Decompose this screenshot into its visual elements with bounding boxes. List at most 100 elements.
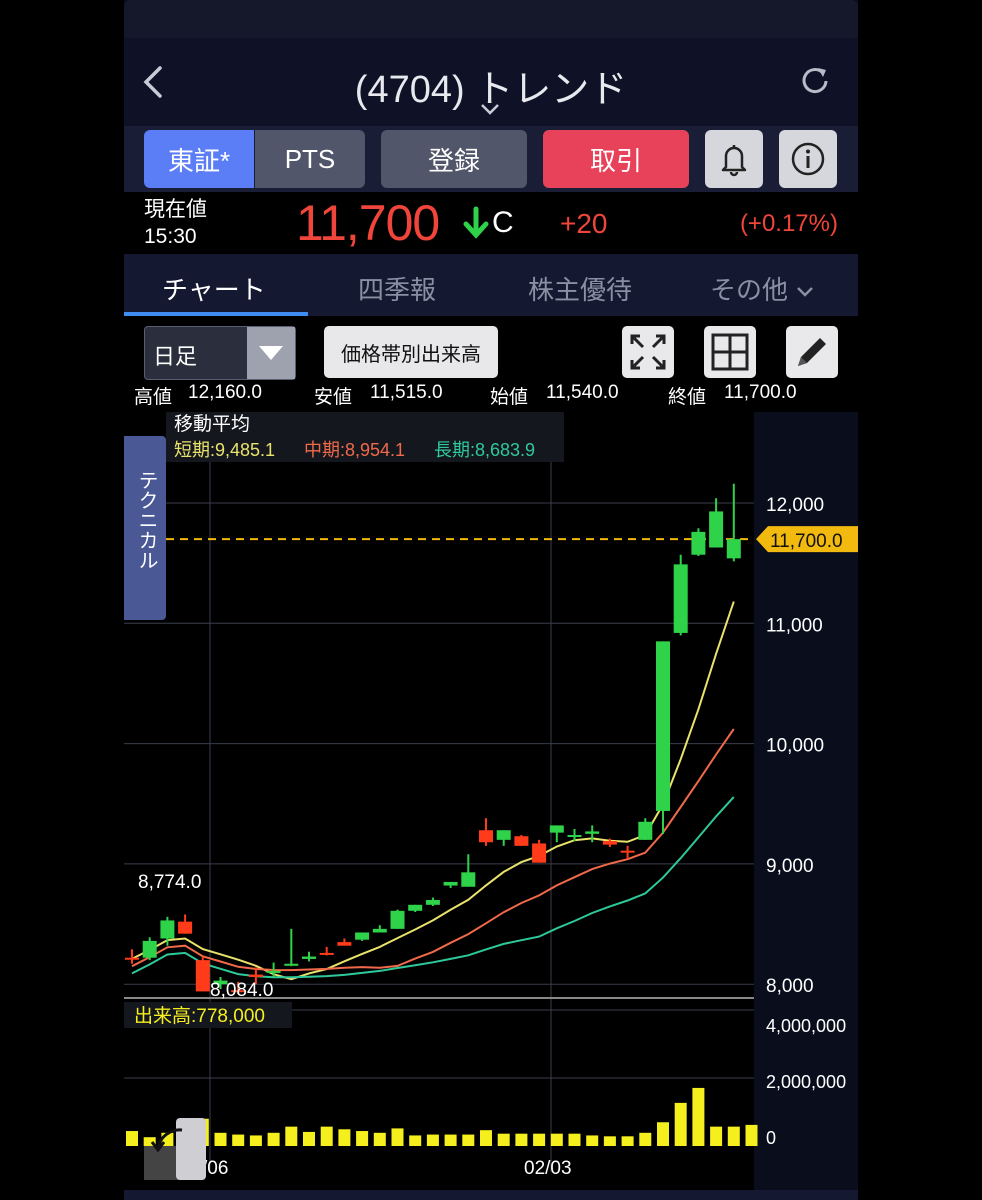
- candle-body: [142, 940, 157, 958]
- volume-bar: [391, 1128, 404, 1146]
- min-annotation: 8,084.0: [210, 980, 273, 1001]
- technical-tab[interactable]: テクニカル: [124, 436, 166, 620]
- price-tick-label: 10,000: [766, 736, 824, 757]
- candle-body: [673, 564, 688, 633]
- price-tick-label: 11,000: [766, 615, 823, 636]
- price-label: 現在値 15:30: [144, 198, 207, 248]
- volume-bar: [285, 1126, 298, 1146]
- pencil-icon: [798, 338, 826, 366]
- chevron-down-icon: [797, 287, 814, 297]
- volume-bar: [373, 1132, 386, 1146]
- bell-icon: [721, 145, 747, 177]
- volume-bar: [480, 1130, 492, 1146]
- alert-button[interactable]: [705, 130, 763, 188]
- trade-button[interactable]: 取引: [543, 130, 689, 188]
- period-select[interactable]: 日足: [144, 326, 296, 380]
- status-bar: [124, 0, 858, 38]
- register-button[interactable]: 登録: [381, 130, 527, 188]
- volume-bar: [515, 1133, 528, 1146]
- volume-bar: [249, 1135, 262, 1146]
- tab-chart[interactable]: チャート: [162, 270, 266, 307]
- nav-bar: (4704) トレンド: [124, 38, 858, 126]
- tab-yutai[interactable]: 株主優待: [528, 270, 632, 307]
- volume-bar: [426, 1134, 439, 1146]
- action-toolbar: 東証* PTS 登録 取引: [124, 126, 858, 192]
- volume-bar: [550, 1133, 563, 1146]
- candle-body: [479, 830, 493, 843]
- candle-body: [638, 821, 653, 840]
- tab-bar: チャート 四季報 株主優待 その他: [124, 254, 858, 316]
- volume-bar: [462, 1134, 475, 1146]
- volume-bar: [568, 1133, 581, 1146]
- candle-body: [302, 956, 316, 959]
- current-price: 11,700: [296, 195, 440, 251]
- volume-bar: [126, 1131, 138, 1146]
- volume-bar: [338, 1129, 351, 1146]
- layout-button[interactable]: [704, 326, 756, 378]
- candle-body: [514, 836, 529, 846]
- volume-bar: [639, 1132, 652, 1146]
- refresh-icon: [802, 68, 828, 94]
- volume-bar: [232, 1134, 245, 1146]
- dropdown-arrow-icon: [247, 327, 295, 379]
- candle-body: [602, 841, 617, 845]
- volume-bar: [409, 1135, 422, 1146]
- volume-bar: [267, 1132, 280, 1146]
- price-tick-label: 8,000: [766, 976, 814, 997]
- volume-tick-label: 0: [766, 1128, 776, 1148]
- arrow-down-icon: [462, 206, 490, 249]
- candle-body: [656, 641, 670, 811]
- volume-bar: [214, 1132, 227, 1146]
- volume-profile-button[interactable]: 価格帯別出来高: [324, 326, 498, 378]
- candle-body: [390, 910, 405, 929]
- candle-body: [461, 872, 476, 887]
- candle-body: [372, 928, 387, 933]
- close-flag: C: [492, 206, 514, 239]
- draw-button[interactable]: [786, 326, 838, 378]
- volume-bar: [745, 1124, 758, 1146]
- refresh-button[interactable]: [798, 64, 832, 98]
- ohlc-readout: 高値 12,160.0 安値 11,515.0 始値 11,540.0 終値 1…: [134, 382, 797, 408]
- price-change: +20: [560, 208, 608, 239]
- candle-body: [709, 511, 724, 548]
- candle-body: [408, 904, 423, 911]
- candle-body: [443, 881, 458, 886]
- volume-bar: [692, 1087, 705, 1146]
- candle-body: [125, 957, 139, 960]
- info-button[interactable]: [779, 130, 837, 188]
- volume-bar: [674, 1102, 687, 1146]
- current-price-tag-label: 11,700.0: [770, 531, 843, 552]
- candle-body: [532, 843, 547, 863]
- volume-bar: [603, 1136, 616, 1146]
- tse-button[interactable]: 東証*: [144, 130, 254, 188]
- candlestick-chart[interactable]: 12,000 11,000 10,000 9,000 8,000 11,700.0 移動平均…: [124, 412, 858, 1190]
- candle-body: [284, 963, 299, 966]
- candle-body: [355, 932, 370, 940]
- volume-bar: [657, 1122, 669, 1146]
- volume-bar: [621, 1136, 634, 1146]
- app-window: (4704) トレンド 東証* PTS 登録 取引 現在値 15:30 11,7…: [124, 0, 858, 1200]
- fullscreen-button[interactable]: [622, 326, 674, 378]
- candle-body: [496, 830, 511, 840]
- chevron-down-icon[interactable]: [480, 102, 500, 120]
- tab-other[interactable]: その他: [710, 270, 815, 307]
- volume-bar: [303, 1131, 315, 1146]
- candle-body: [567, 835, 582, 838]
- grid-icon: [711, 333, 749, 371]
- bottom-bar: [124, 1190, 858, 1200]
- candle-body: [160, 920, 175, 939]
- chart-controls: 日足 価格帯別出来高 高値 12,160.0 安値 11,515.0 始値 11…: [124, 316, 858, 412]
- volume-bar: [533, 1133, 546, 1146]
- candle-body: [425, 899, 440, 905]
- tab-shikiho[interactable]: 四季報: [358, 270, 436, 307]
- pts-button[interactable]: PTS: [255, 130, 365, 188]
- candle-body: [248, 974, 263, 977]
- candle-body: [585, 831, 600, 834]
- candle-body: [337, 942, 352, 946]
- candle-body: [726, 539, 741, 559]
- price-tick-label: 12,000: [766, 495, 824, 516]
- candle-body: [620, 850, 635, 853]
- ma-legend-item: 短期:9,485.1: [174, 440, 275, 460]
- volume-bar: [320, 1126, 333, 1146]
- max-annotation: 8,774.0: [138, 872, 201, 893]
